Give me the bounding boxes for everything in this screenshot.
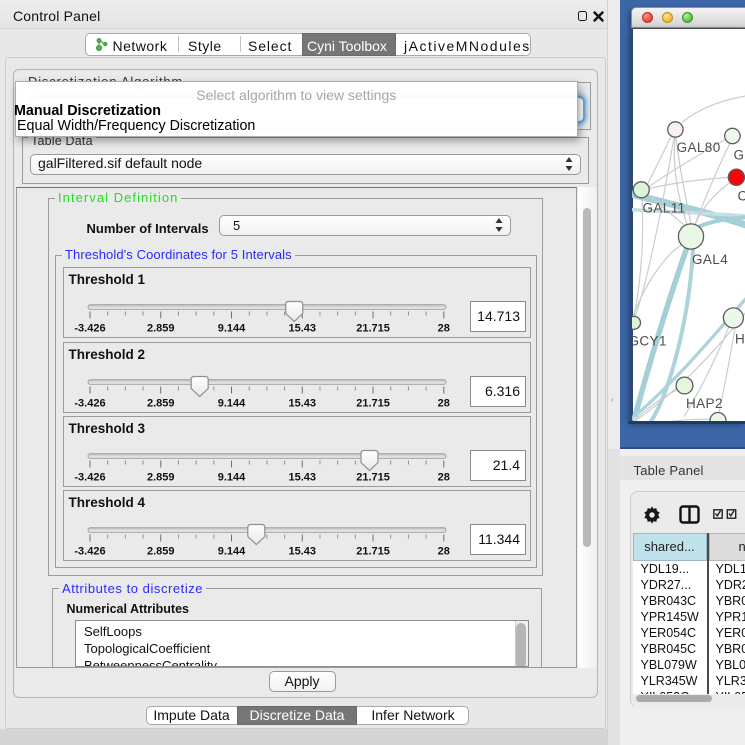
svg-text:15.43: 15.43 <box>289 398 317 410</box>
svg-text:15.43: 15.43 <box>289 472 317 484</box>
svg-text:9.144: 9.144 <box>218 398 246 410</box>
svg-text:C: C <box>738 188 745 203</box>
svg-text:2.859: 2.859 <box>147 398 175 410</box>
svg-text:2.859: 2.859 <box>147 472 175 484</box>
svg-text:-3.426: -3.426 <box>74 398 105 410</box>
svg-text:9.144: 9.144 <box>218 546 246 558</box>
svg-text:28: 28 <box>438 546 450 558</box>
svg-text:15.43: 15.43 <box>289 546 317 558</box>
svg-text:9.144: 9.144 <box>218 472 246 484</box>
svg-text:21.715: 21.715 <box>356 323 390 335</box>
svg-text:-3.426: -3.426 <box>74 323 105 335</box>
svg-text:-3.426: -3.426 <box>74 472 105 484</box>
svg-text:21.715: 21.715 <box>356 398 390 410</box>
svg-text:2.859: 2.859 <box>147 546 175 558</box>
svg-text:2.859: 2.859 <box>147 323 175 335</box>
svg-text:15.43: 15.43 <box>289 323 317 335</box>
svg-text:GAL4: GAL4 <box>692 252 728 267</box>
svg-text:28: 28 <box>438 472 450 484</box>
svg-text:GAL80: GAL80 <box>677 140 721 155</box>
svg-text:9.144: 9.144 <box>218 323 246 335</box>
svg-text:28: 28 <box>438 323 450 335</box>
svg-text:GCY1: GCY1 <box>632 333 667 348</box>
svg-text:HAP2: HAP2 <box>686 396 723 411</box>
svg-text:21.715: 21.715 <box>356 472 390 484</box>
svg-text:G.: G. <box>734 147 745 162</box>
svg-text:-3.426: -3.426 <box>74 546 105 558</box>
svg-text:H: H <box>735 331 745 346</box>
svg-text:21.715: 21.715 <box>356 546 390 558</box>
svg-text:28: 28 <box>438 398 450 410</box>
svg-text:GAL11: GAL11 <box>643 200 686 215</box>
